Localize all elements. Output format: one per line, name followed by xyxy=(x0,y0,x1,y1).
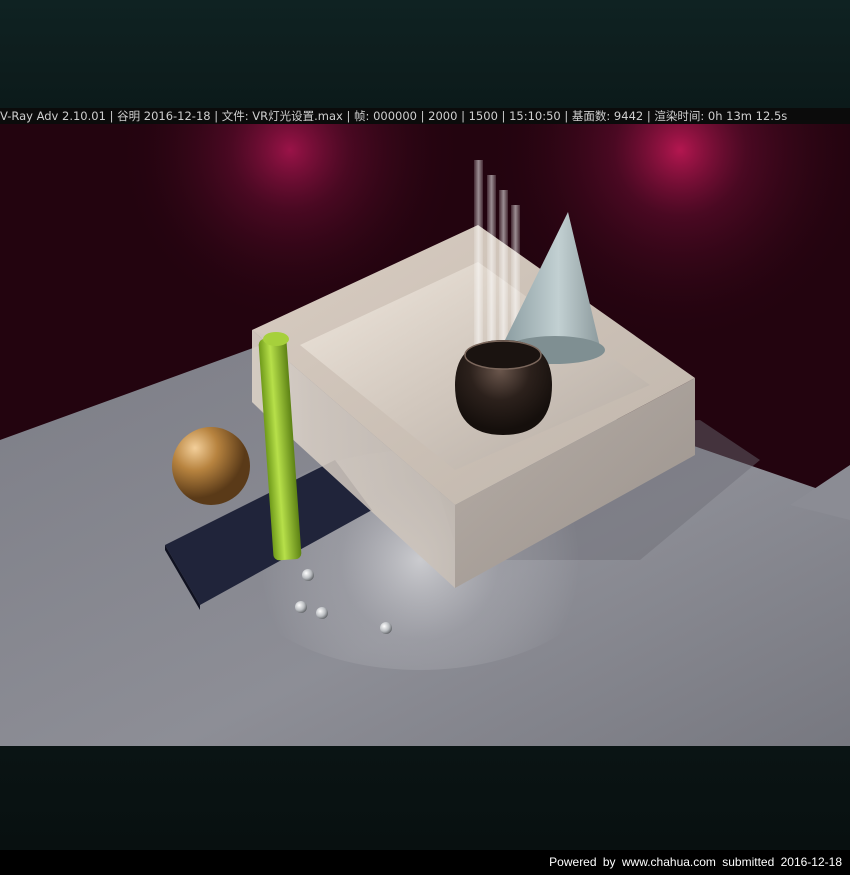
bottom-letterbox xyxy=(0,746,850,850)
green-rod-top xyxy=(263,332,289,346)
top-letterbox xyxy=(0,0,850,108)
render-info-bar: V-Ray Adv 2.10.01 | 谷明 2016-12-18 | 文件: … xyxy=(0,108,850,124)
footer-text: Powered by www.chahua.com submitted 2016… xyxy=(549,855,842,869)
glass-rod-1 xyxy=(474,160,483,355)
gold-sphere xyxy=(172,427,250,505)
pearl-4 xyxy=(380,622,392,634)
render-info-text: V-Ray Adv 2.10.01 | 谷明 2016-12-18 | 文件: … xyxy=(0,109,788,123)
pearl-1 xyxy=(302,569,314,581)
rendered-scene xyxy=(0,124,850,746)
pearl-2 xyxy=(295,601,307,613)
render-window: V-Ray Adv 2.10.01 | 谷明 2016-12-18 | 文件: … xyxy=(0,0,850,875)
glass-rod-2 xyxy=(487,175,496,355)
pearl-3 xyxy=(316,607,328,619)
glass-rod-3 xyxy=(499,190,508,355)
bowl-rim xyxy=(464,340,542,370)
watermark-footer: Powered by www.chahua.com submitted 2016… xyxy=(0,850,850,875)
